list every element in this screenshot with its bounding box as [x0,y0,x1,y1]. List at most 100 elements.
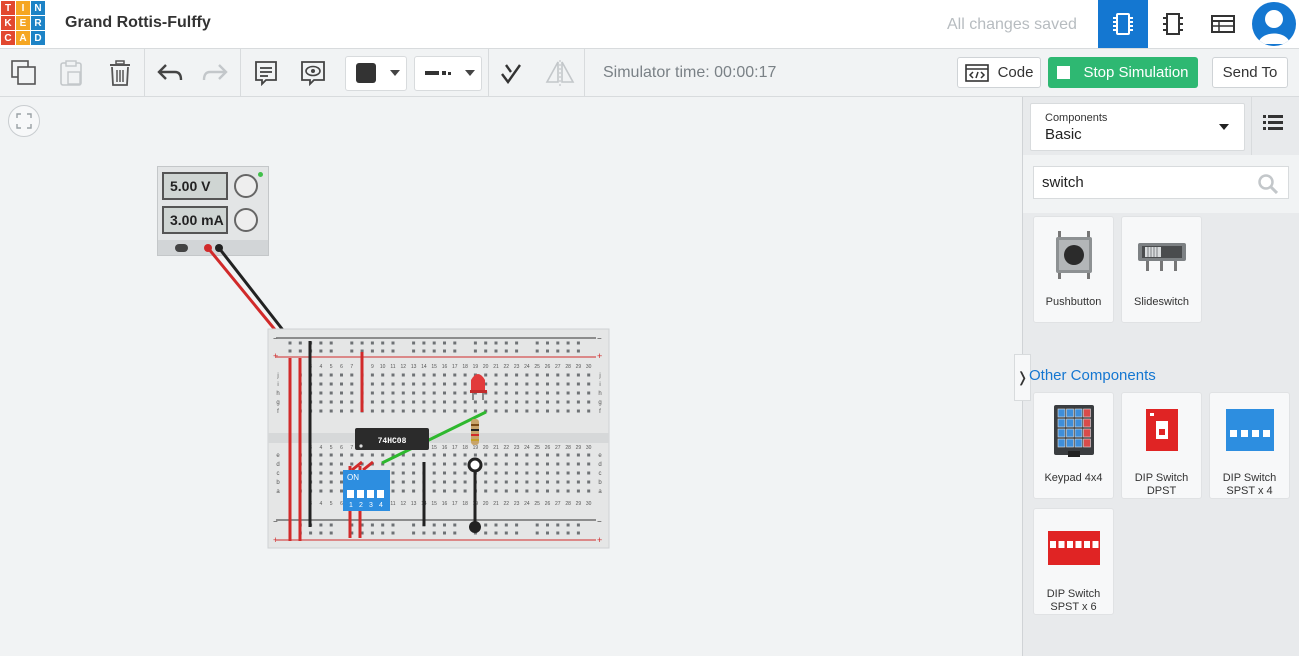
breadboard-hole[interactable] [360,453,364,457]
probe-node[interactable] [469,521,481,533]
breadboard-hole[interactable] [576,400,580,404]
breadboard-hole[interactable] [319,489,323,493]
rail-hole[interactable] [484,349,488,353]
breadboard-hole[interactable] [473,453,477,457]
breadboard-hole[interactable] [525,373,529,377]
breadboard-hole[interactable] [576,471,580,475]
paste-button[interactable] [47,49,94,96]
breadboard-hole[interactable] [566,373,570,377]
breadboard-hole[interactable] [463,409,467,413]
rail-hole[interactable] [319,523,323,527]
rail-hole[interactable] [576,531,580,535]
breadboard-hole[interactable] [340,471,343,475]
rail-hole[interactable] [515,341,519,345]
breadboard-hole[interactable] [515,471,519,475]
resistor[interactable] [471,419,479,445]
rail-hole[interactable] [494,349,498,353]
breadboard-hole[interactable] [391,480,395,484]
breadboard-hole[interactable] [319,409,323,413]
breadboard-hole[interactable] [432,400,436,404]
breadboard-hole[interactable] [546,382,549,386]
breadboard-hole[interactable] [504,462,508,466]
breadboard-hole[interactable] [443,409,446,413]
breadboard-hole[interactable] [401,400,405,404]
breadboard-hole[interactable] [484,453,488,457]
component-card-dip-spst6[interactable]: DIP Switch SPST x 6 [1033,508,1114,615]
breadboard-hole[interactable] [453,409,457,413]
breadboard-hole[interactable] [329,489,333,493]
breadboard-hole[interactable] [412,382,416,386]
breadboard-hole[interactable] [381,391,385,395]
breadboard-hole[interactable] [473,409,477,413]
breadboard-hole[interactable] [515,453,519,457]
list-view-button[interactable] [1263,113,1287,137]
breadboard-hole[interactable] [566,409,570,413]
rail-hole[interactable] [350,349,354,353]
breadboard-hole[interactable] [587,382,591,386]
breadboard-hole[interactable] [329,480,333,484]
breadboard-hole[interactable] [319,453,323,457]
rail-hole[interactable] [535,531,539,535]
breadboard-hole[interactable] [443,462,446,466]
breadboard-hole[interactable] [504,382,508,386]
breadboard-hole[interactable] [515,391,519,395]
breadboard-hole[interactable] [587,400,591,404]
rail-hole[interactable] [556,349,560,353]
breadboard-hole[interactable] [494,400,498,404]
breadboard-hole[interactable] [422,400,426,404]
breadboard-hole[interactable] [391,382,395,386]
rail-hole[interactable] [453,341,457,345]
breadboard-hole[interactable] [556,453,560,457]
rail-hole[interactable] [576,349,580,353]
breadboard-hole[interactable] [546,471,549,475]
breadboard-hole[interactable] [422,409,426,413]
breadboard-hole[interactable] [319,400,323,404]
rail-hole[interactable] [504,523,508,527]
breadboard-hole[interactable] [319,382,323,386]
breadboard-hole[interactable] [391,462,395,466]
breadboard-hole[interactable] [443,480,446,484]
breadboard-hole[interactable] [391,391,395,395]
rail-hole[interactable] [381,523,385,527]
breadboard-hole[interactable] [340,391,343,395]
breadboard-hole[interactable] [546,462,549,466]
breadboard-hole[interactable] [443,471,446,475]
breadboard-hole[interactable] [556,489,560,493]
dip-key[interactable] [357,482,364,490]
breadboard-hole[interactable] [504,453,508,457]
rail-hole[interactable] [566,349,570,353]
breadboard-hole[interactable] [432,409,436,413]
breadboard-hole[interactable] [535,391,539,395]
breadboard-hole[interactable] [412,409,416,413]
rail-hole[interactable] [546,349,549,353]
breadboard-hole[interactable] [484,489,488,493]
breadboard-hole[interactable] [319,462,323,466]
breadboard-hole[interactable] [340,373,343,377]
breadboard-hole[interactable] [391,373,395,377]
breadboard-hole[interactable] [422,382,426,386]
breadboard-hole[interactable] [576,373,580,377]
breadboard-hole[interactable] [515,373,519,377]
breadboard-hole[interactable] [484,471,488,475]
breadboard-hole[interactable] [370,391,374,395]
breadboard-hole[interactable] [576,382,580,386]
rail-hole[interactable] [546,523,549,527]
breadboard-hole[interactable] [412,400,416,404]
rail-hole[interactable] [309,531,313,535]
breadboard-hole[interactable] [494,480,498,484]
breadboard-hole[interactable] [319,471,323,475]
breadboard-hole[interactable] [535,462,539,466]
tinkercad-logo[interactable]: TIN KER CAD [1,1,45,45]
breadboard-hole[interactable] [350,382,354,386]
breadboard-hole[interactable] [587,471,591,475]
rail-hole[interactable] [432,531,436,535]
breadboard-hole[interactable] [453,480,457,484]
breadboard-hole[interactable] [525,453,529,457]
breadboard-hole[interactable] [401,462,405,466]
component-card-keypad[interactable]: Keypad 4x4 [1033,392,1114,499]
component-category-dropdown[interactable]: Components Basic [1030,103,1245,151]
breadboard-hole[interactable] [546,373,549,377]
breadboard-hole[interactable] [381,453,385,457]
breadboard-hole[interactable] [535,471,539,475]
rail-hole[interactable] [432,349,436,353]
